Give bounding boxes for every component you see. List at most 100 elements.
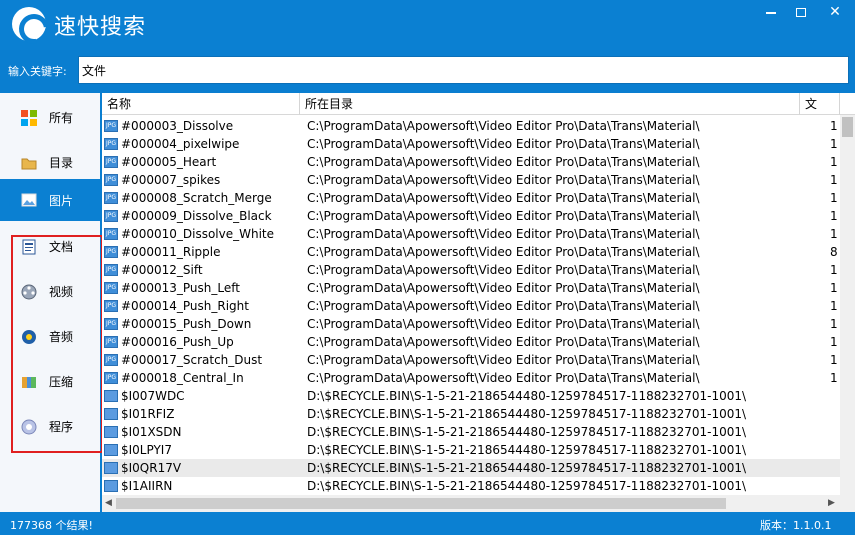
jpg-file-icon — [104, 246, 118, 258]
table-row[interactable]: #000014_Push_Right C:\ProgramData\Apowers… — [102, 297, 840, 315]
cell-name: #000018_Central_In — [121, 371, 244, 385]
column-header-directory[interactable]: 所在目录 — [300, 93, 800, 115]
cell-directory: D:\$RECYCLE.BIN\S-1-5-21-2186544480-1259… — [307, 389, 747, 403]
cell-type: 1 — [830, 371, 838, 385]
table-row[interactable]: #000018_Central_In C:\ProgramData\Apowers… — [102, 369, 840, 387]
cell-name: #000011_Ripple — [121, 245, 221, 259]
cell-directory: C:\ProgramData\Apowersoft\Video Editor P… — [307, 263, 700, 277]
sidebar-item-label: 文档 — [49, 240, 74, 254]
cell-name: #000004_pixelwipe — [121, 137, 240, 151]
cell-type: 1 — [830, 173, 838, 187]
sidebar-item-3[interactable]: 文档 — [0, 224, 100, 269]
table-row[interactable]: #000017_Scratch_Dust C:\ProgramData\Apowe… — [102, 351, 840, 369]
cell-name: $I007WDC — [121, 389, 185, 403]
cell-directory: C:\ProgramData\Apowersoft\Video Editor P… — [307, 209, 700, 223]
sidebar-item-2[interactable]: 图片 — [0, 179, 100, 221]
cell-type: 1 — [830, 227, 838, 241]
jpg-file-icon — [104, 318, 118, 330]
table-row[interactable]: $I007WDC D:\$RECYCLE.BIN\S-1-5-21-2186544… — [102, 387, 840, 405]
cell-directory: C:\ProgramData\Apowersoft\Video Editor P… — [307, 299, 700, 313]
file-icon — [104, 480, 118, 492]
table-row[interactable]: $I01RFIZ D:\$RECYCLE.BIN\S-1-5-21-2186544… — [102, 405, 840, 423]
table-row[interactable]: #000012_Sift C:\ProgramData\Apowersoft\Vi… — [102, 261, 840, 279]
cell-directory: C:\ProgramData\Apowersoft\Video Editor P… — [307, 353, 700, 367]
cell-name: #000008_Scratch_Merge — [121, 191, 272, 205]
cell-name: $I01XSDN — [121, 425, 182, 439]
horizontal-scrollbar[interactable]: ◀ ▶ — [102, 495, 840, 512]
vertical-scrollbar[interactable] — [840, 115, 855, 512]
folder-icon — [21, 155, 37, 171]
cell-name: #000014_Push_Right — [121, 299, 249, 313]
cell-name: #000012_Sift — [121, 263, 203, 277]
cell-name: #000010_Dissolve_White — [121, 227, 274, 241]
cell-directory: C:\ProgramData\Apowersoft\Video Editor P… — [307, 173, 700, 187]
sidebar-item-label: 所有 — [49, 111, 74, 125]
document-icon — [21, 239, 37, 255]
picture-icon — [21, 192, 37, 208]
file-icon — [104, 462, 118, 474]
sidebar-item-4[interactable]: 视频 — [0, 269, 100, 314]
cell-directory: D:\$RECYCLE.BIN\S-1-5-21-2186544480-1259… — [307, 407, 747, 421]
table-row[interactable]: #000005_Heart C:\ProgramData\Apowersoft\V… — [102, 153, 840, 171]
sidebar-item-6[interactable]: 压缩 — [0, 359, 100, 404]
scroll-right-icon[interactable]: ▶ — [828, 498, 835, 508]
file-icon — [104, 444, 118, 456]
sidebar-item-label: 压缩 — [49, 375, 74, 389]
sidebar-item-7[interactable]: 程序 — [0, 404, 100, 449]
cell-directory: C:\ProgramData\Apowersoft\Video Editor P… — [307, 317, 700, 331]
jpg-file-icon — [104, 300, 118, 312]
cell-type: 1 — [830, 137, 838, 151]
table-header: 名称 所在目录 文 — [102, 93, 855, 115]
film-reel-icon — [21, 284, 37, 300]
cell-directory: C:\ProgramData\Apowersoft\Video Editor P… — [307, 191, 700, 205]
cell-name: #000003_Dissolve — [121, 119, 234, 133]
cell-directory: D:\$RECYCLE.BIN\S-1-5-21-2186544480-1259… — [307, 443, 747, 457]
table-row[interactable]: #000013_Push_Left C:\ProgramData\Apowerso… — [102, 279, 840, 297]
cell-name: #000016_Push_Up — [121, 335, 234, 349]
cell-name: $I1AIIRN — [121, 479, 173, 493]
table-row[interactable]: $I01XSDN D:\$RECYCLE.BIN\S-1-5-21-2186544… — [102, 423, 840, 441]
table-row[interactable]: #000011_Ripple C:\ProgramData\Apowersoft\… — [102, 243, 840, 261]
sidebar-item-0[interactable]: 所有 — [0, 95, 100, 140]
category-sidebar: 所有 目录 图片 文档 视频 音频 压缩 程序 — [0, 93, 100, 512]
table-row[interactable]: $I0QR17V D:\$RECYCLE.BIN\S-1-5-21-2186544… — [102, 459, 840, 477]
jpg-file-icon — [104, 228, 118, 240]
sidebar-item-label: 视频 — [49, 285, 74, 299]
search-label: 输入关键字: — [8, 65, 67, 78]
jpg-file-icon — [104, 210, 118, 222]
horizontal-scroll-thumb[interactable] — [116, 498, 726, 509]
table-row[interactable]: $I0LPYI7 D:\$RECYCLE.BIN\S-1-5-21-2186544… — [102, 441, 840, 459]
close-button[interactable]: ✕ — [820, 0, 850, 26]
jpg-file-icon — [104, 372, 118, 384]
vertical-scroll-thumb[interactable] — [842, 117, 853, 137]
table-row[interactable]: #000009_Dissolve_Black C:\ProgramData\Apo… — [102, 207, 840, 225]
table-row[interactable]: #000003_Dissolve C:\ProgramData\Apowersof… — [102, 117, 840, 135]
app-title: 速快搜索 — [54, 15, 147, 40]
minimize-button[interactable] — [756, 0, 786, 26]
file-icon — [104, 390, 118, 402]
cell-type: 1 — [830, 191, 838, 205]
cell-type: 1 — [830, 209, 838, 223]
table-row[interactable]: #000010_Dissolve_White C:\ProgramData\Apo… — [102, 225, 840, 243]
status-bar: 177368 个结果! 版本：1.1.0.1 — [0, 512, 855, 535]
table-row[interactable]: $I1AIIRN D:\$RECYCLE.BIN\S-1-5-21-2186544… — [102, 477, 840, 495]
cell-name: #000007_spikes — [121, 173, 221, 187]
column-header-type[interactable]: 文 — [800, 93, 840, 115]
scroll-left-icon[interactable]: ◀ — [105, 498, 112, 508]
cell-type: 8 — [830, 245, 838, 259]
maximize-button[interactable] — [786, 0, 816, 26]
table-row[interactable]: #000008_Scratch_Merge C:\ProgramData\Apow… — [102, 189, 840, 207]
sidebar-item-5[interactable]: 音频 — [0, 314, 100, 359]
search-input[interactable] — [78, 56, 849, 84]
column-header-name[interactable]: 名称 — [102, 93, 300, 115]
cell-directory: C:\ProgramData\Apowersoft\Video Editor P… — [307, 227, 700, 241]
sidebar-item-label: 程序 — [49, 420, 74, 434]
results-panel: 名称 所在目录 文 #000003_Dissolve C:\ProgramData… — [102, 93, 855, 512]
cell-type: 1 — [830, 299, 838, 313]
cell-directory: D:\$RECYCLE.BIN\S-1-5-21-2186544480-1259… — [307, 425, 747, 439]
table-row[interactable]: #000004_pixelwipe C:\ProgramData\Apowerso… — [102, 135, 840, 153]
table-row[interactable]: #000015_Push_Down C:\ProgramData\Apowerso… — [102, 315, 840, 333]
table-row[interactable]: #000007_spikes C:\ProgramData\Apowersoft\… — [102, 171, 840, 189]
table-row[interactable]: #000016_Push_Up C:\ProgramData\Apowersoft… — [102, 333, 840, 351]
jpg-file-icon — [104, 156, 118, 168]
